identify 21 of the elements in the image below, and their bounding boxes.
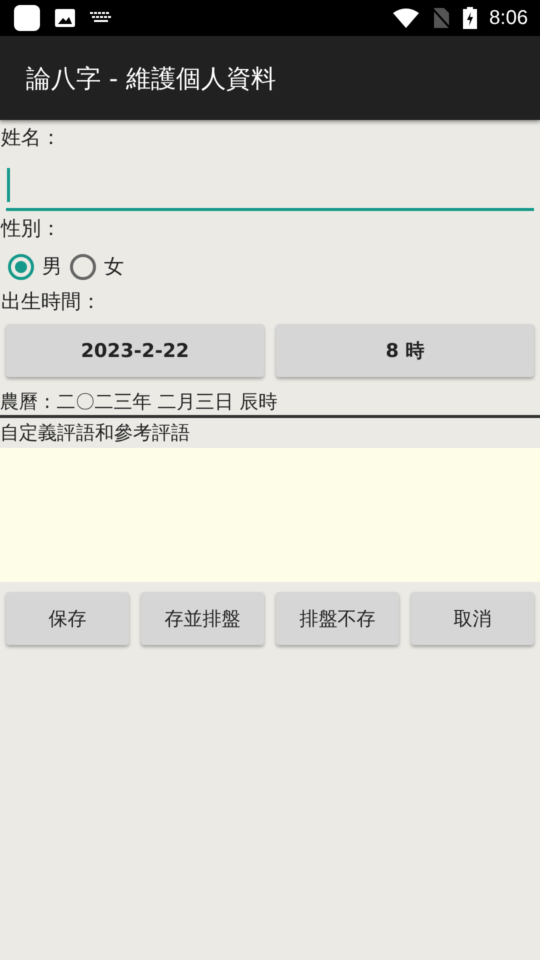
action-button[interactable]: 存並排盤 (141, 592, 264, 645)
action-button[interactable]: 取消 (411, 592, 534, 645)
wifi-icon (393, 8, 420, 28)
field-label: 姓名： (0, 124, 61, 151)
date-button[interactable]: 2023-2-22 (6, 324, 264, 377)
field-label: 性別： (0, 215, 61, 242)
no-sim-icon (431, 7, 452, 29)
app-icon (14, 5, 40, 31)
field-label: 出生時間： (0, 288, 101, 315)
clock-time: 8:06 (489, 6, 528, 30)
hour-button[interactable]: 8 時 (276, 324, 534, 377)
keyboard-icon (90, 12, 112, 24)
comments-label: 自定義評語和參考評語 (0, 421, 190, 446)
gender-radio[interactable]: 女 (70, 253, 124, 280)
lunar-date-text: 農曆 : 二〇二三年 二月三日 辰時 (0, 390, 278, 415)
battery-charging-icon (463, 7, 478, 29)
image-icon (54, 8, 76, 28)
app-title: 論八字 - 維護個人資料 (26, 62, 276, 94)
action-button[interactable]: 保存 (6, 592, 129, 645)
action-button[interactable]: 排盤不存 (276, 592, 399, 645)
gender-radio[interactable]: 男 (8, 253, 62, 280)
